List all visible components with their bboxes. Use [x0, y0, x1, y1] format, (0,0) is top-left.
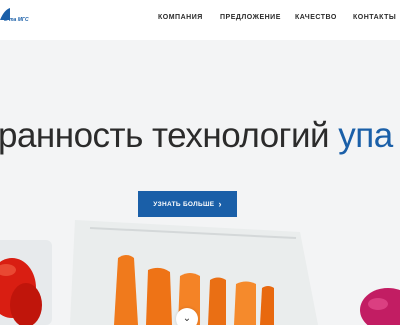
- logo-text: м та МГС: [4, 17, 29, 23]
- chevron-right-icon: ›: [218, 199, 222, 209]
- product-photo: [0, 220, 400, 325]
- chevron-down-icon: ⌄: [182, 313, 192, 324]
- scroll-down-button[interactable]: ⌄: [176, 308, 198, 325]
- hero-section: ранность технологий упа УЗНАТЬ БОЛЬШЕ › …: [0, 40, 400, 325]
- top-navigation-bar: м та МГС КОМПАНИЯ ПРЕДЛОЖЕНИЕ КАЧЕСТВО К…: [0, 0, 400, 40]
- hero-headline: ранность технологий упа: [0, 116, 393, 156]
- nav-item-contacts[interactable]: КОНТАКТЫ: [353, 14, 396, 21]
- learn-more-label: УЗНАТЬ БОЛЬШЕ: [153, 200, 215, 208]
- nav-item-quality[interactable]: КАЧЕСТВО: [295, 14, 337, 21]
- nav-item-offer[interactable]: ПРЕДЛОЖЕНИЕ: [220, 14, 281, 21]
- nav-item-company[interactable]: КОМПАНИЯ: [158, 14, 203, 21]
- hero-headline-accent: упа: [338, 116, 393, 155]
- hero-headline-main: ранность технологий: [0, 116, 339, 155]
